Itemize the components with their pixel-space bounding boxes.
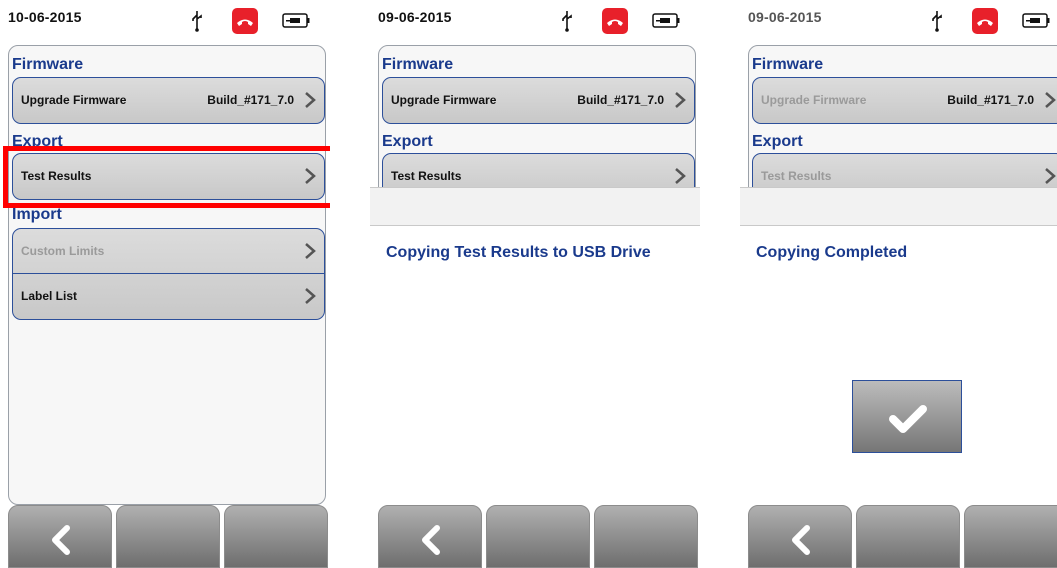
softkey-2[interactable] [486, 505, 590, 568]
upgrade-firmware-row[interactable]: Upgrade Firmware Build_#171_7.0 [753, 78, 1057, 123]
upgrade-firmware-label: Upgrade Firmware [21, 93, 127, 107]
screen-copy-completed: 09-06-2015 Firmware Upgrade Firmware Bui… [740, 0, 1057, 568]
screen-copying: 09-06-2015 Firmware Upgrade Firmware Bui… [370, 0, 700, 568]
phone-hangup-icon [972, 8, 998, 34]
import-group: Custom Limits Label List [12, 228, 325, 320]
softkey-3[interactable] [594, 505, 698, 568]
chevron-right-icon [1045, 92, 1056, 108]
chevron-right-icon [675, 92, 686, 108]
screen-export-menu: 10-06-2015 Firmware Upgrade Firmware Bui… [0, 0, 330, 568]
status-bar: 09-06-2015 [370, 0, 700, 40]
firmware-build-value: Build_#171_7.0 [577, 93, 664, 107]
firmware-build-value: Build_#171_7.0 [207, 93, 294, 107]
label-list-row[interactable]: Label List [13, 274, 324, 319]
back-button[interactable] [378, 505, 482, 568]
softkey-3[interactable] [964, 505, 1057, 568]
upgrade-firmware-label: Upgrade Firmware [761, 93, 867, 107]
message-strip [370, 188, 700, 226]
status-date: 09-06-2015 [378, 9, 452, 25]
selection-highlight [3, 146, 330, 208]
usb-icon [562, 11, 572, 32]
usb-icon [192, 11, 202, 32]
status-bar: 10-06-2015 [0, 0, 330, 40]
section-title-import: Import [12, 206, 62, 223]
softkey-bar [740, 505, 1057, 568]
section-title-export: Export [752, 133, 803, 150]
back-button[interactable] [748, 505, 852, 568]
status-date: 09-06-2015 [748, 9, 822, 25]
chevron-right-icon [675, 168, 686, 184]
usb-icon [932, 11, 942, 32]
firmware-group: Upgrade Firmware Build_#171_7.0 [12, 77, 325, 124]
phone-hangup-icon [602, 8, 628, 34]
softkey-2[interactable] [116, 505, 220, 568]
softkey-bar [0, 505, 330, 568]
custom-limits-row[interactable]: Custom Limits [13, 229, 324, 274]
phone-hangup-icon [232, 8, 258, 34]
battery-plug-icon [1022, 13, 1050, 28]
chevron-right-icon [305, 92, 316, 108]
firmware-group: Upgrade Firmware Build_#171_7.0 [382, 77, 695, 124]
section-title-firmware: Firmware [12, 56, 84, 73]
back-arrow-icon [52, 525, 70, 555]
checkmark-icon [889, 405, 927, 433]
softkey-3[interactable] [224, 505, 328, 568]
upgrade-firmware-label: Upgrade Firmware [391, 93, 497, 107]
test-results-label: Test Results [761, 169, 832, 183]
label-list-label: Label List [21, 289, 78, 303]
upgrade-firmware-row[interactable]: Upgrade Firmware Build_#171_7.0 [13, 78, 324, 123]
status-message: Copying Completed [756, 244, 908, 261]
message-area: Copying Completed [740, 187, 1057, 507]
back-arrow-icon [422, 525, 440, 555]
softkey-2[interactable] [856, 505, 960, 568]
section-title-firmware: Firmware [382, 56, 454, 73]
status-bar: 09-06-2015 [740, 0, 1057, 40]
message-strip [740, 188, 1057, 226]
chevron-right-icon [305, 243, 316, 259]
back-arrow-icon [792, 525, 810, 555]
status-message: Copying Test Results to USB Drive [386, 244, 651, 261]
firmware-build-value: Build_#171_7.0 [947, 93, 1034, 107]
test-results-label: Test Results [391, 169, 462, 183]
firmware-group: Upgrade Firmware Build_#171_7.0 [752, 77, 1057, 124]
chevron-right-icon [305, 288, 316, 304]
section-title-firmware: Firmware [752, 56, 824, 73]
back-button[interactable] [8, 505, 112, 568]
chevron-right-icon [1045, 168, 1056, 184]
message-area: Copying Test Results to USB Drive [370, 187, 700, 507]
section-title-export: Export [382, 133, 433, 150]
battery-plug-icon [652, 13, 680, 28]
battery-plug-icon [282, 13, 310, 28]
softkey-bar [370, 505, 700, 568]
custom-limits-label: Custom Limits [21, 244, 105, 258]
confirm-button[interactable] [852, 380, 962, 453]
status-date: 10-06-2015 [8, 9, 82, 25]
upgrade-firmware-row[interactable]: Upgrade Firmware Build_#171_7.0 [383, 78, 694, 123]
